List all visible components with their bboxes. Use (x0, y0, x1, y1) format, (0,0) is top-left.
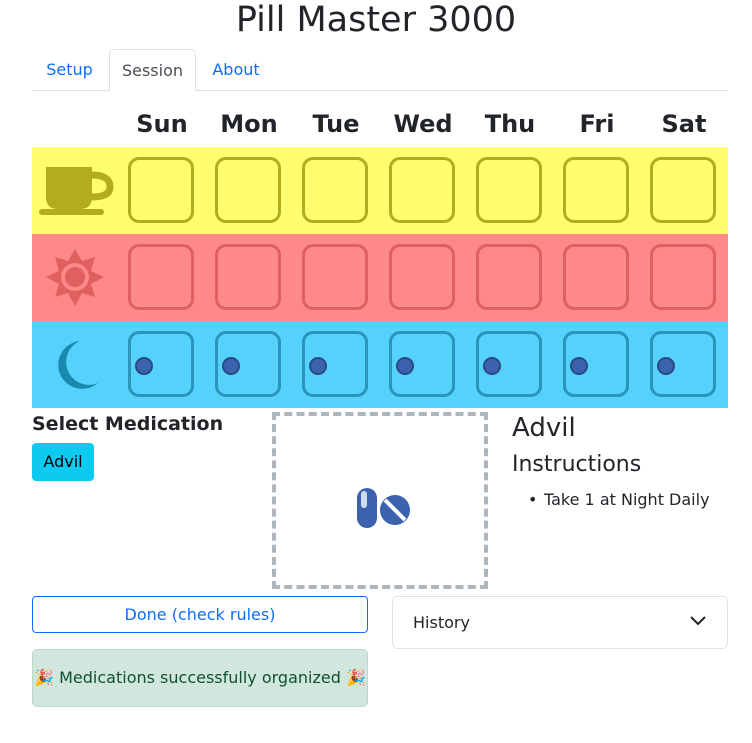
pill-slot-night-wed[interactable] (389, 331, 455, 397)
pill-slot-morning-sun[interactable] (128, 157, 194, 223)
moon-icon (32, 321, 120, 408)
tab-session[interactable]: Session (109, 49, 196, 92)
pill-icon[interactable] (396, 357, 414, 375)
pill-slot-noon-sun[interactable] (128, 244, 194, 310)
pill-slot-morning-fri[interactable] (563, 157, 629, 223)
pill-slot-noon-thu[interactable] (476, 244, 542, 310)
sun-icon (32, 234, 120, 321)
pill-slot-night-mon[interactable] (215, 331, 281, 397)
pill-slot-night-sat[interactable] (650, 331, 716, 397)
day-header-mon: Mon (220, 110, 278, 138)
morning-row (32, 147, 728, 234)
pill-dropzone[interactable] (272, 412, 488, 589)
instructions-list: Take 1 at Night Daily (528, 490, 710, 509)
pill-slot-night-fri[interactable] (563, 331, 629, 397)
select-medication-label: Select Medication (32, 413, 224, 435)
pill-icon[interactable] (657, 357, 675, 375)
pills-icon (357, 488, 410, 528)
success-alert: 🎉 Medications successfully organized 🎉 (32, 649, 368, 707)
pill-slot-morning-thu[interactable] (476, 157, 542, 223)
chevron-down-icon (690, 616, 706, 626)
noon-row (32, 234, 728, 321)
day-header-fri: Fri (579, 110, 615, 138)
pill-icon[interactable] (483, 357, 501, 375)
day-header-thu: Thu (484, 110, 536, 138)
pill-slot-night-tue[interactable] (302, 331, 368, 397)
pill-slot-noon-mon[interactable] (215, 244, 281, 310)
pill-slot-night-thu[interactable] (476, 331, 542, 397)
tab-setup[interactable]: Setup (32, 49, 107, 91)
app-title: Pill Master 3000 (235, 0, 517, 40)
tab-about[interactable]: About (200, 49, 272, 91)
pill-slot-noon-fri[interactable] (563, 244, 629, 310)
pill-slot-night-sun[interactable] (128, 331, 194, 397)
pill-icon[interactable] (222, 357, 240, 375)
day-header-sun: Sun (136, 110, 188, 138)
pill-icon[interactable] (309, 357, 327, 375)
pill-slot-morning-tue[interactable] (302, 157, 368, 223)
pill-slot-morning-sat[interactable] (650, 157, 716, 223)
night-row (32, 321, 728, 408)
instructions-heading: Instructions (512, 452, 642, 477)
pill-slot-morning-wed[interactable] (389, 157, 455, 223)
history-accordion[interactable]: History (392, 596, 728, 649)
instruction-item: Take 1 at Night Daily (528, 490, 710, 509)
history-label: History (413, 613, 470, 632)
medication-button-advil[interactable]: Advil (32, 443, 94, 481)
day-header-wed: Wed (393, 110, 453, 138)
tab-bar: Setup Session About (32, 49, 728, 92)
day-header-sat: Sat (661, 110, 707, 138)
pill-icon[interactable] (135, 357, 153, 375)
pill-icon[interactable] (570, 357, 588, 375)
selected-medication-name: Advil (512, 413, 576, 443)
coffee-cup-icon (32, 147, 120, 234)
day-header-tue: Tue (312, 110, 360, 138)
done-check-rules-button[interactable]: Done (check rules) (32, 596, 368, 633)
pill-slot-morning-mon[interactable] (215, 157, 281, 223)
pill-slot-noon-wed[interactable] (389, 244, 455, 310)
pill-slot-noon-tue[interactable] (302, 244, 368, 310)
pill-slot-noon-sat[interactable] (650, 244, 716, 310)
